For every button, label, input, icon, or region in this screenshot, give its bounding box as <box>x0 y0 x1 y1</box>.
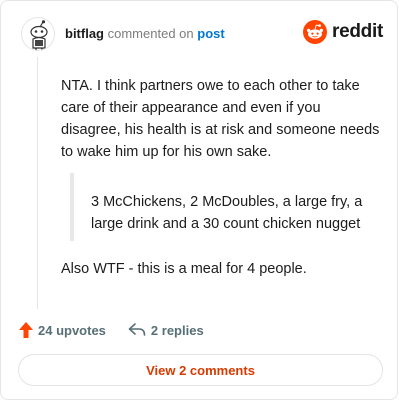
reddit-snoo-icon <box>303 20 328 44</box>
comment-header: bitflag commented on post <box>21 17 225 51</box>
reply-count: 2 replies <box>150 322 204 338</box>
reddit-wordmark: reddit <box>332 21 383 42</box>
comment-tail: Also WTF - this is a meal for 4 people. <box>61 261 307 277</box>
comment-actions: 24 upvotes 2 replies <box>19 320 204 340</box>
snoo-avatar-icon <box>30 20 48 50</box>
comment-byline: bitflag commented on post <box>65 26 225 42</box>
blockquote-text: 3 McChickens, 2 McDoubles, a large fry, … <box>91 194 363 232</box>
action-text: commented on <box>107 26 194 41</box>
replies-button[interactable]: 2 replies <box>128 323 204 338</box>
post-link[interactable]: post <box>197 26 224 41</box>
reddit-logo[interactable]: reddit <box>303 20 383 44</box>
comment-body: NTA. I think partners owe to each other … <box>61 78 380 160</box>
upvote-arrow-icon <box>19 322 33 338</box>
blockquote-bar <box>70 173 74 241</box>
upvote-count: 24 upvotes <box>38 322 106 338</box>
thread-line[interactable] <box>37 57 38 309</box>
reply-arrow-icon <box>128 323 146 336</box>
view-comments-button[interactable]: View 2 comments <box>18 354 383 386</box>
user-avatar[interactable] <box>21 17 55 51</box>
comment-card: bitflag commented on post reddit NTA. I … <box>0 0 398 400</box>
upvote-button[interactable]: 24 upvotes <box>19 322 106 338</box>
username[interactable]: bitflag <box>65 26 104 41</box>
